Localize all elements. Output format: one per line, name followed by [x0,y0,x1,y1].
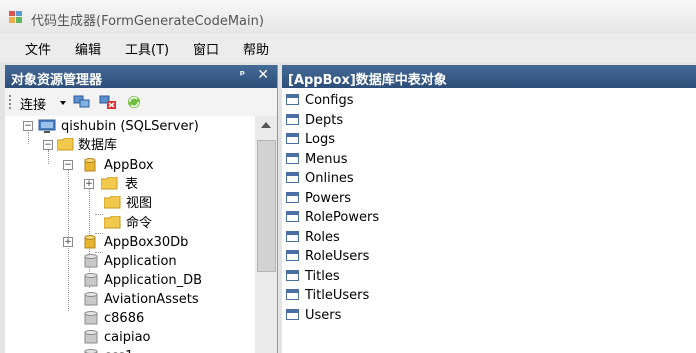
table-icon [286,152,299,164]
menu-help[interactable]: 帮助 [243,39,269,58]
tree-node-label: qishubin (SQLServer) [61,119,199,134]
database-gray-icon [84,273,98,287]
folder-icon [57,138,74,151]
scroll-thumb[interactable] [257,140,276,272]
list-item-label: RolePowers [305,210,380,225]
object-tree: − qishubin (SQLServer) − 数据库 − AppBox + … [5,116,255,353]
tree-node-label: c8686 [104,311,145,326]
tree-node-label: Application [104,254,177,269]
tree-node-label: AviationAssets [104,292,199,307]
window-title: 代码生成器(FormGenerateCodeMain) [31,14,264,29]
chevron-down-icon[interactable] [60,101,66,105]
tree-node-label: Application_DB [104,273,203,288]
database-icon [84,158,96,172]
tree-node-label: 视图 [126,196,153,211]
tree-node-label: caipiao [104,330,151,345]
tree-node-server[interactable]: − qishubin (SQLServer) [5,117,255,136]
database-gray-icon [84,254,98,268]
object-explorer-title: 对象资源管理器 [11,73,103,88]
menu-tools[interactable]: 工具(T) [125,39,169,58]
collapse-icon[interactable]: − [43,140,53,150]
database-icon [84,235,96,249]
refresh-icon[interactable] [125,94,143,110]
table-icon [286,289,299,300]
table-icon [286,172,299,183]
object-explorer-header: 对象资源管理器 ᵖ ✕ [5,65,277,88]
table-icon [286,269,299,281]
object-explorer-pane: 对象资源管理器 ᵖ ✕ 连接 − qishubin (SQLServer) − … [5,65,278,353]
connect-server-icon[interactable] [73,94,91,110]
tree-node-label: AppBox30Db [104,235,189,250]
expand-icon[interactable]: + [84,179,94,189]
list-item-label: Logs [305,132,335,147]
tree-node-databases[interactable]: − 数据库 [5,136,255,155]
list-item-label: Onlines [305,171,354,186]
title-bar: 代码生成器(FormGenerateCodeMain) [0,0,696,34]
list-item-label: Depts [305,112,344,128]
menu-bar: 文件 编辑 工具(T) 窗口 帮助 [0,34,696,62]
app-icon [9,11,22,23]
menu-file[interactable]: 文件 [25,39,51,58]
menu-window[interactable]: 窗口 [193,39,219,58]
list-item-label: RoleUsers [305,249,370,264]
scroll-up-icon[interactable] [261,122,271,128]
tree-node-label: 数据库 [78,138,118,153]
list-item-label: Titles [305,268,340,284]
tree-node-database[interactable]: AviationAssets [5,290,255,309]
tree-node-tables[interactable]: + 表 [5,175,255,194]
tree-node-database[interactable]: c8686 [5,309,255,328]
table-icon [286,250,299,261]
tree-node-label: ccs1 [104,347,133,353]
tree-scrollbar[interactable] [255,116,277,353]
tables-pane-title: [AppBox]数据库中表对象 [288,73,447,88]
pin-icon[interactable]: ᵖ [240,68,245,81]
menu-edit[interactable]: 编辑 [75,39,101,58]
disconnect-icon[interactable] [99,94,117,110]
tree-node-appbox[interactable]: − AppBox [5,156,255,175]
list-item-label: Roles [305,229,340,245]
table-icon [286,113,299,125]
database-gray-icon [84,330,98,344]
close-icon[interactable]: ✕ [257,67,269,83]
tree-node-label: AppBox [104,158,154,173]
tree-node-commands[interactable]: 命令 [5,214,255,233]
tree-node-label: 表 [125,177,139,192]
tree-node-database[interactable]: Application_DB [5,271,255,290]
collapse-icon[interactable]: − [63,160,73,170]
database-gray-icon [84,349,98,353]
database-gray-icon [84,311,98,325]
database-gray-icon [84,292,98,306]
list-item-label: Users [305,307,342,323]
tree-node-label: 命令 [126,216,153,231]
tables-pane-header: [AppBox]数据库中表对象 [282,65,696,88]
list-item-label: Powers [305,190,352,206]
table-icon [286,230,299,242]
list-item-label: Configs [305,93,354,108]
table-icon [286,133,299,144]
folder-icon [101,177,118,190]
table-icon [286,211,299,222]
table-icon [286,191,299,203]
expand-icon[interactable]: + [63,237,73,247]
list-item-label: Menus [305,151,348,167]
toolbar-grip-icon[interactable] [9,95,11,109]
tree-node-database[interactable]: Application [5,252,255,271]
tables-pane: [AppBox]数据库中表对象 Configs Depts Logs Menus… [282,65,696,353]
tree-node-database[interactable]: ccs1 [5,347,255,353]
tree-node-appbox30db[interactable]: + AppBox30Db [5,233,255,252]
folder-icon [104,196,121,209]
tree-node-database[interactable]: caipiao [5,328,255,347]
list-item-label: TitleUsers [305,288,370,303]
table-icon [286,94,299,105]
tree-node-views[interactable]: 视图 [5,194,255,213]
collapse-icon[interactable]: − [23,121,33,131]
explorer-toolbar: 连接 [5,88,277,116]
folder-icon [104,216,121,229]
server-icon [38,119,56,133]
table-icon [286,308,299,320]
connect-button[interactable]: 连接 [20,94,46,113]
